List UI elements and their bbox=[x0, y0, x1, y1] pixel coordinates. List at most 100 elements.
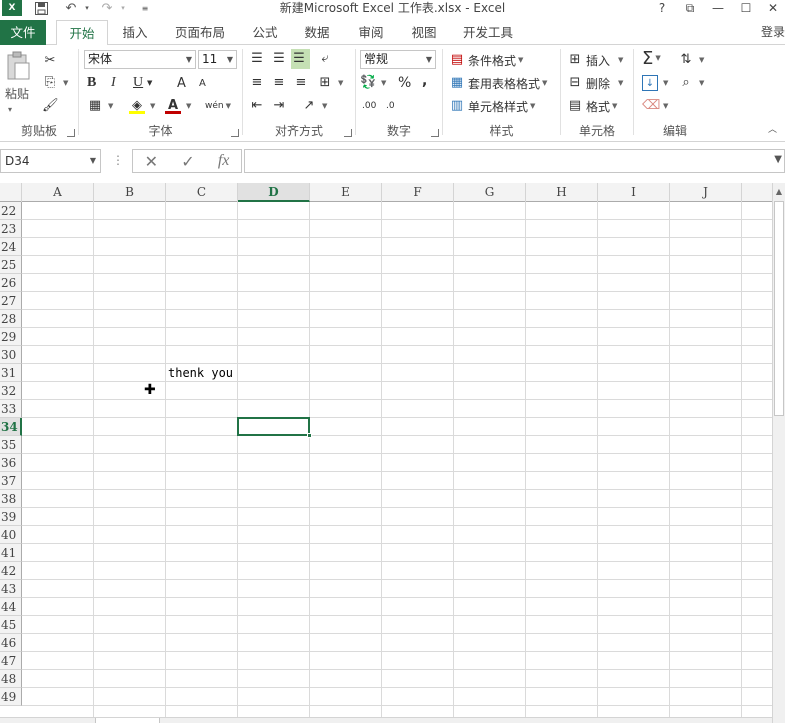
insert-function-icon[interactable]: fx bbox=[218, 152, 230, 170]
comma-style-button[interactable]: , bbox=[422, 71, 427, 91]
insert-cells-button[interactable]: ⊞ 插入 ▼ bbox=[567, 50, 624, 70]
column-header-a[interactable]: A bbox=[22, 183, 94, 202]
align-top-button[interactable]: ☰ bbox=[249, 49, 268, 69]
find-select-button[interactable]: ⌕ ▼ bbox=[678, 73, 704, 93]
worksheet-grid[interactable]: ABCDEFGHIJ 22 23 24 25 26 27 28 29 30 31 32 33 34 35 3… bbox=[0, 183, 772, 723]
row-header-47[interactable]: 47 bbox=[0, 652, 22, 670]
format-cells-button[interactable]: ▤ 格式 ▼ bbox=[567, 96, 618, 116]
delete-cells-button[interactable]: ⊟ 删除 ▼ bbox=[567, 73, 624, 93]
decrease-indent-button[interactable]: ⇤ bbox=[249, 96, 268, 116]
row-header-34[interactable]: 34 bbox=[0, 418, 22, 436]
cell-styles-button[interactable]: ▥ 单元格样式 ▼ bbox=[449, 96, 536, 116]
column-header-j[interactable]: J bbox=[670, 183, 742, 202]
align-bottom-button[interactable]: ☰ bbox=[291, 49, 310, 69]
row-header-48[interactable]: 48 bbox=[0, 670, 22, 688]
ribbon-display-options-button[interactable]: ⧉ bbox=[678, 0, 702, 16]
column-header-d[interactable]: D bbox=[238, 183, 310, 202]
row-header-29[interactable]: 29 bbox=[0, 328, 22, 346]
sign-in-link[interactable]: 登录 bbox=[761, 20, 785, 45]
vertical-scrollbar[interactable]: ▲ bbox=[772, 183, 785, 723]
help-button[interactable]: ? bbox=[650, 0, 674, 16]
active-cell[interactable] bbox=[237, 417, 312, 438]
sort-filter-button[interactable]: ⇅ ▼ bbox=[678, 50, 705, 70]
name-box[interactable]: D34 ▼ bbox=[0, 149, 101, 173]
align-left-button[interactable]: ≡ bbox=[249, 73, 268, 93]
scroll-up-icon[interactable]: ▲ bbox=[773, 187, 785, 196]
number-launcher-icon[interactable] bbox=[431, 129, 439, 137]
clear-button[interactable]: ⌫ ▼ bbox=[642, 96, 668, 116]
font-launcher-icon[interactable] bbox=[231, 129, 239, 137]
underline-dropdown-icon[interactable]: ▼ bbox=[147, 73, 152, 93]
collapse-ribbon-icon[interactable]: ︿ bbox=[768, 122, 777, 135]
row-header-31[interactable]: 31 bbox=[0, 364, 22, 382]
accounting-format-button[interactable]: 💱 ▼ bbox=[360, 73, 386, 93]
column-header-b[interactable]: B bbox=[94, 183, 166, 202]
cut-button[interactable]: ✂ bbox=[42, 51, 61, 71]
tab-view[interactable]: 视图 bbox=[403, 20, 445, 45]
column-header-h[interactable]: H bbox=[526, 183, 598, 202]
row-header-36[interactable]: 36 bbox=[0, 454, 22, 472]
format-painter-button[interactable]: 🖌 bbox=[42, 96, 61, 116]
column-header-i[interactable]: I bbox=[598, 183, 670, 202]
clipboard-launcher-icon[interactable] bbox=[67, 129, 75, 137]
row-header-30[interactable]: 30 bbox=[0, 346, 22, 364]
row-header-32[interactable]: 32 bbox=[0, 382, 22, 400]
minimize-button[interactable]: — bbox=[706, 0, 730, 16]
row-header-38[interactable]: 38 bbox=[0, 490, 22, 508]
font-size-combo[interactable]: 11 ▼ bbox=[198, 50, 237, 69]
align-right-button[interactable]: ≡ bbox=[293, 73, 312, 93]
tab-formulas[interactable]: 公式 bbox=[244, 20, 286, 45]
maximize-button[interactable]: ☐ bbox=[734, 0, 758, 16]
row-header-41[interactable]: 41 bbox=[0, 544, 22, 562]
row-header-45[interactable]: 45 bbox=[0, 616, 22, 634]
scrollbar-thumb[interactable] bbox=[774, 201, 784, 416]
alignment-launcher-icon[interactable] bbox=[344, 129, 352, 137]
font-name-combo[interactable]: 宋体 ▼ bbox=[84, 50, 196, 69]
increase-decimal-button[interactable]: .00 bbox=[362, 96, 376, 116]
row-header-23[interactable]: 23 bbox=[0, 220, 22, 238]
row-header-28[interactable]: 28 bbox=[0, 310, 22, 328]
select-all-corner[interactable] bbox=[0, 183, 22, 202]
align-middle-button[interactable]: ☰ bbox=[271, 49, 290, 69]
tab-developer[interactable]: 开发工具 bbox=[456, 20, 520, 45]
cell-c31[interactable]: thenk you bbox=[168, 364, 233, 382]
row-header-26[interactable]: 26 bbox=[0, 274, 22, 292]
number-format-combo[interactable]: 常规 ▼ bbox=[360, 50, 436, 69]
paste-button[interactable] bbox=[4, 51, 32, 87]
bold-button[interactable]: B bbox=[87, 73, 96, 93]
percent-style-button[interactable]: % bbox=[398, 73, 411, 93]
phonetic-guide-button[interactable]: wén ▼ bbox=[205, 96, 231, 116]
copy-button[interactable]: ⎘ ▼ bbox=[42, 73, 69, 93]
column-header-e[interactable]: E bbox=[310, 183, 382, 202]
row-header-37[interactable]: 37 bbox=[0, 472, 22, 490]
merge-center-button[interactable]: ⊞ ▼ bbox=[317, 73, 344, 93]
row-header-25[interactable]: 25 bbox=[0, 256, 22, 274]
row-header-24[interactable]: 24 bbox=[0, 238, 22, 256]
shrink-font-button[interactable]: A bbox=[199, 73, 206, 93]
italic-button[interactable]: I bbox=[111, 73, 116, 93]
format-as-table-button[interactable]: ▦ 套用表格格式 ▼ bbox=[449, 73, 548, 93]
wrap-text-button[interactable]: ⤶ bbox=[317, 49, 336, 69]
tab-file[interactable]: 文件 bbox=[0, 20, 46, 45]
autosum-button[interactable]: Σ ▼ bbox=[642, 48, 661, 69]
font-color-button[interactable]: A ▼ bbox=[165, 96, 191, 116]
row-header-27[interactable]: 27 bbox=[0, 292, 22, 310]
row-header-22[interactable]: 22 bbox=[0, 202, 22, 220]
tab-insert[interactable]: 插入 bbox=[114, 20, 156, 45]
tab-home[interactable]: 开始 bbox=[56, 20, 108, 46]
paste-dropdown-icon[interactable]: ▾ bbox=[8, 105, 12, 114]
paste-label[interactable]: 粘贴 bbox=[5, 85, 29, 102]
decrease-decimal-button[interactable]: .0 bbox=[386, 96, 395, 116]
orientation-button[interactable]: ↗ ▼ bbox=[301, 96, 328, 116]
align-center-button[interactable]: ≡ bbox=[271, 73, 290, 93]
confirm-entry-icon[interactable]: ✓ bbox=[181, 152, 194, 171]
row-header-33[interactable]: 33 bbox=[0, 400, 22, 418]
borders-button[interactable]: ▦ ▼ bbox=[87, 96, 114, 116]
fill-handle[interactable] bbox=[307, 433, 312, 438]
formula-input[interactable]: ▼ bbox=[244, 149, 785, 173]
fill-button[interactable]: ↓ ▼ bbox=[642, 73, 668, 93]
column-header-c[interactable]: C bbox=[166, 183, 238, 202]
tab-page-layout[interactable]: 页面布局 bbox=[168, 20, 232, 45]
row-header-40[interactable]: 40 bbox=[0, 526, 22, 544]
tab-data[interactable]: 数据 bbox=[296, 20, 338, 45]
